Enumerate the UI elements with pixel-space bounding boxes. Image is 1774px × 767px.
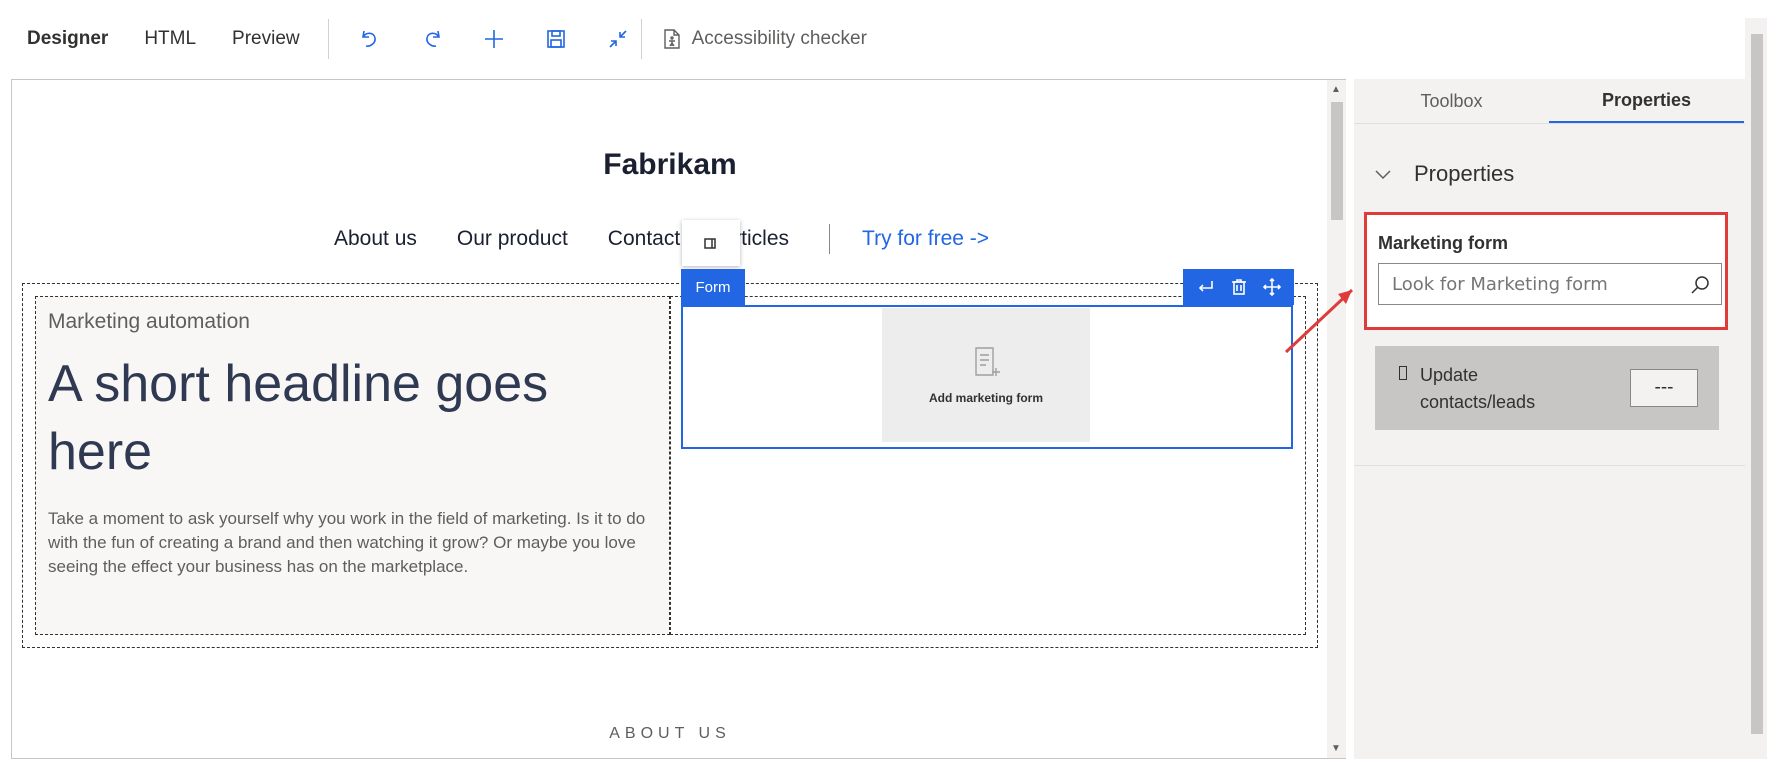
tab-properties[interactable]: Properties: [1549, 79, 1744, 123]
canvas-scroll-thumb[interactable]: [1331, 102, 1343, 220]
pane-tabs-divider: [1354, 123, 1745, 124]
toolbar-divider: [327, 19, 329, 59]
update-contacts-leads-field: Update contacts/leads ---: [1375, 346, 1719, 430]
nav-item-about[interactable]: About us: [334, 227, 417, 251]
pane-tabs: Toolbox Properties: [1354, 79, 1745, 123]
collapse-icon[interactable]: [587, 19, 649, 59]
toolbar-divider: [640, 19, 642, 59]
marketing-form-label: Marketing form: [1378, 233, 1509, 253]
form-add-icon: [975, 347, 1000, 376]
body-paragraph: Take a moment to ask yourself why you wo…: [48, 509, 646, 576]
add-icon[interactable]: [463, 19, 525, 59]
top-toolbar: Designer HTML Preview Accessibility chec…: [0, 0, 1745, 78]
pane-scrollbar[interactable]: [1745, 18, 1767, 759]
select-parent-icon[interactable]: [1196, 277, 1216, 297]
properties-section-header[interactable]: Properties: [1374, 161, 1514, 187]
chevron-down-icon: [1375, 170, 1391, 180]
delete-icon[interactable]: [1229, 277, 1249, 297]
move-icon[interactable]: [1262, 277, 1282, 297]
update-contacts-leads-checkbox[interactable]: [1399, 366, 1407, 380]
canvas-scrollbar[interactable]: ▲ ▼: [1327, 80, 1346, 758]
save-icon[interactable]: [525, 19, 587, 59]
element-icon: [704, 238, 716, 249]
nav-element-handle[interactable]: [682, 220, 740, 266]
nav-divider: [829, 224, 831, 254]
tab-toolbox[interactable]: Toolbox: [1354, 79, 1549, 123]
brand-title: Fabrikam: [603, 148, 737, 181]
tab-designer[interactable]: Designer: [27, 28, 108, 50]
nav-cta-link[interactable]: Try for free ->: [862, 227, 989, 251]
scroll-down-icon[interactable]: ▼: [1331, 743, 1341, 754]
accessibility-checker-label: Accessibility checker: [691, 28, 867, 49]
accessibility-checker-button[interactable]: Accessibility checker: [660, 27, 867, 51]
add-marketing-form-placeholder[interactable]: Add marketing form: [882, 308, 1090, 442]
about-us-heading: ABOUT US: [609, 725, 731, 742]
headline: A short headline goes here: [48, 355, 549, 481]
nav-item-contact[interactable]: Contact: [608, 227, 680, 251]
marketing-form-lookup[interactable]: [1378, 263, 1722, 305]
tab-preview[interactable]: Preview: [232, 28, 300, 50]
marketing-form-field-group: Marketing form: [1364, 212, 1728, 330]
update-contacts-leads-label: Update contacts/leads: [1420, 365, 1536, 412]
marketing-form-search-input[interactable]: [1392, 273, 1682, 295]
undo-icon[interactable]: [339, 19, 401, 59]
form-element-tag[interactable]: Form: [681, 269, 745, 305]
form-element-actions: [1183, 269, 1294, 305]
kicker-text: Marketing automation: [48, 310, 250, 333]
tab-html[interactable]: HTML: [144, 28, 196, 50]
scroll-up-icon[interactable]: ▲: [1331, 84, 1341, 95]
properties-pane: Toolbox Properties Properties Marketing …: [1354, 79, 1745, 759]
nav-item-product[interactable]: Our product: [457, 227, 568, 251]
properties-section-title: Properties: [1414, 161, 1515, 186]
pane-section-divider: [1354, 465, 1745, 466]
callout-arrow: [1284, 288, 1354, 354]
pane-scroll-thumb[interactable]: [1751, 34, 1763, 734]
update-contacts-leads-value[interactable]: ---: [1630, 369, 1698, 407]
add-marketing-form-label: Add marketing form: [928, 391, 1043, 405]
accessibility-icon: [663, 29, 680, 49]
design-canvas[interactable]: Fabrikam About us Our product Contact Ar…: [11, 79, 1346, 759]
redo-icon[interactable]: [401, 19, 463, 59]
search-icon[interactable]: [1689, 274, 1711, 296]
